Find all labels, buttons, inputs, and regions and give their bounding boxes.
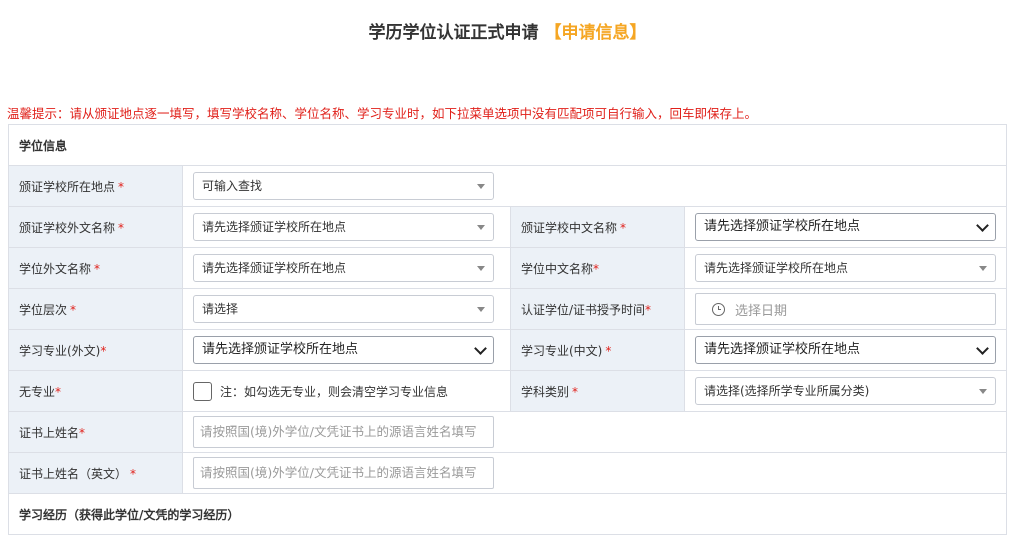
caret-down-icon [477,225,485,230]
page-title-highlight: 【申请信息】 [544,23,647,43]
award-date-picker[interactable]: 选择日期 [695,293,996,325]
cert-name-input[interactable]: 请按照国(境)外学位/文凭证书上的源语言姓名填写 [193,416,494,448]
clock-icon [712,302,725,316]
degree-level-label: 学位层次 * [8,288,183,330]
no-major-note: 注：如勾选无专业，则会清空学习专业信息 [220,384,449,399]
chevron-down-icon [976,219,989,232]
section-study-experience: 学习经历（获得此学位/文凭的学习经历） [7,493,1008,535]
subject-category-label: 学科类别 * [510,370,685,412]
award-date-label: 认证学位/证书授予时间* [510,288,685,330]
degree-foreign-name-select[interactable]: 请先选择颁证学校所在地点 [193,254,494,282]
cert-name-label: 证书上姓名* [8,411,183,453]
caret-down-icon [979,389,987,394]
no-major-label: 无专业* [8,370,183,412]
major-foreign-label: 学习专业(外文)* [8,329,183,371]
subject-category-select[interactable]: 请选择(选择所学专业所属分类) [695,377,996,405]
caret-down-icon [477,266,485,271]
warm-tip: 温馨提示：请从颁证地点逐一填写，填写学校名称、学位名称、学习专业时，如下拉菜单选… [7,106,758,121]
caret-down-icon [477,184,485,189]
school-foreign-name-select[interactable]: 请先选择颁证学校所在地点 [193,213,494,241]
major-chinese-select[interactable]: 请先选择颁证学校所在地点 [695,336,996,364]
degree-chinese-name-select[interactable]: 请先选择颁证学校所在地点 [695,254,996,282]
cert-name-en-input[interactable]: 请按照国(境)外学位/文凭证书上的源语言姓名填写 [193,457,494,489]
cert-name-en-label: 证书上姓名（英文） * [8,452,183,494]
caret-down-icon [979,266,987,271]
school-chinese-name-select[interactable]: 请先选择颁证学校所在地点 [695,213,996,241]
degree-chinese-name-label: 学位中文名称* [510,247,685,289]
school-chinese-name-label: 颁证学校中文名称 * [510,206,685,248]
section-degree-info: 学位信息 [7,124,1008,166]
page-title: 学历学位认证正式申请 【申请信息】 [0,18,1015,43]
issuing-location-select[interactable]: 可输入查找 [193,172,494,200]
degree-level-select[interactable]: 请选择 [193,295,494,323]
school-foreign-name-label: 颁证学校外文名称 * [8,206,183,248]
chevron-down-icon [976,342,989,355]
major-foreign-select[interactable]: 请先选择颁证学校所在地点 [193,336,494,364]
chevron-down-icon [474,342,487,355]
no-major-checkbox[interactable] [193,381,212,401]
application-form: 学位信息 颁证学校所在地点 * 可输入查找 颁证学校外文名称 * 请先选择颁证学校所… [7,124,1008,535]
issuing-location-label: 颁证学校所在地点 * [8,165,183,207]
degree-foreign-name-label: 学位外文名称 * [8,247,183,289]
page-title-text: 学历学位认证正式申请 [368,23,539,43]
caret-down-icon [477,307,485,312]
major-chinese-label: 学习专业(中文) * [510,329,685,371]
